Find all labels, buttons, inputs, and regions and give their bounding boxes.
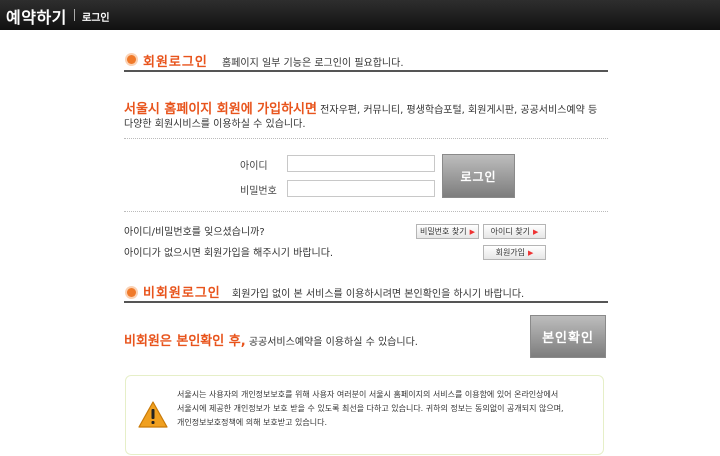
member-login-title: 회원로그인 [143, 55, 208, 70]
signup-label: 회원가입 [495, 248, 526, 257]
password-label: 비밀번호 [240, 186, 277, 197]
member-info-services: 전자우편, 커뮤니티, 평생학습포털, 회원게시판, 공공서비스예약 등 [320, 105, 598, 116]
id-label: 아이디 [240, 161, 268, 172]
find-password-label: 비밀번호 찾기 [419, 227, 467, 236]
privacy-notice: 서울시는 사용자의 개인정보보호를 위해 사용자 여러분이 서울시 홈페이지의 … [125, 375, 604, 455]
header-bar: 예약하기 로그인 [0, 0, 720, 30]
guest-login-title: 비회원로그인 [143, 286, 221, 301]
verify-identity-button[interactable]: 본인확인 [530, 315, 606, 358]
find-id-label: 아이디 찾기 [490, 227, 530, 236]
page-title: 예약하기 [6, 8, 67, 27]
guest-highlight: 비회원은 본인확인 후, [124, 334, 246, 349]
login-button[interactable]: 로그인 [442, 154, 515, 198]
notice-text: 서울시는 사용자의 개인정보보호를 위해 사용자 여러분이 서울시 홈페이지의 … [177, 388, 597, 430]
signup-text: 아이디가 없으시면 회원가입을 해주시기 바랍니다. [124, 248, 334, 259]
signup-button[interactable]: 회원가입 ▶ [483, 245, 546, 260]
section-rule [124, 301, 608, 303]
forgot-text: 아이디/비밀번호를 잊으셨습니까? [124, 227, 265, 238]
bullet-icon [127, 55, 136, 64]
warning-icon [138, 401, 168, 432]
find-id-button[interactable]: 아이디 찾기 ▶ [483, 224, 546, 239]
dotted-divider [124, 138, 608, 139]
find-password-button[interactable]: 비밀번호 찾기 ▶ [416, 224, 479, 239]
notice-line: 개인정보보호정책에 의해 보호받고 있습니다. [177, 418, 328, 427]
guest-info-line: 비회원은 본인확인 후, 공공서비스예약을 이용하실 수 있습니다. [124, 330, 418, 349]
notice-line: 서울시에 제공한 개인정보가 보호 받을 수 있도록 최선을 다하고 있습니다.… [177, 404, 564, 413]
arrow-right-icon: ▶ [532, 227, 539, 236]
dotted-divider [124, 211, 608, 212]
member-info-line2: 다양한 회원시비스를 이용하실 수 있습니다. [124, 119, 306, 130]
notice-line: 서울시는 사용자의 개인정보보호를 위해 사용자 여러분이 서울시 홈페이지의 … [177, 390, 559, 399]
guest-info-text: 공공서비스예약을 이용하실 수 있습니다. [248, 337, 418, 348]
section-rule [124, 70, 608, 72]
header-divider [74, 9, 75, 21]
page-subtitle: 로그인 [82, 13, 110, 24]
member-login-desc: 홈페이지 일부 기능은 로그인이 필요합니다. [222, 58, 404, 69]
id-input[interactable] [287, 155, 435, 172]
guest-login-desc: 회원가입 없이 본 서비스를 이용하시려면 본인확인을 하시기 바랍니다. [232, 289, 525, 300]
bullet-icon [127, 288, 136, 297]
password-input[interactable] [287, 180, 435, 197]
arrow-right-icon: ▶ [528, 248, 534, 257]
arrow-right-icon: ▶ [469, 227, 476, 236]
